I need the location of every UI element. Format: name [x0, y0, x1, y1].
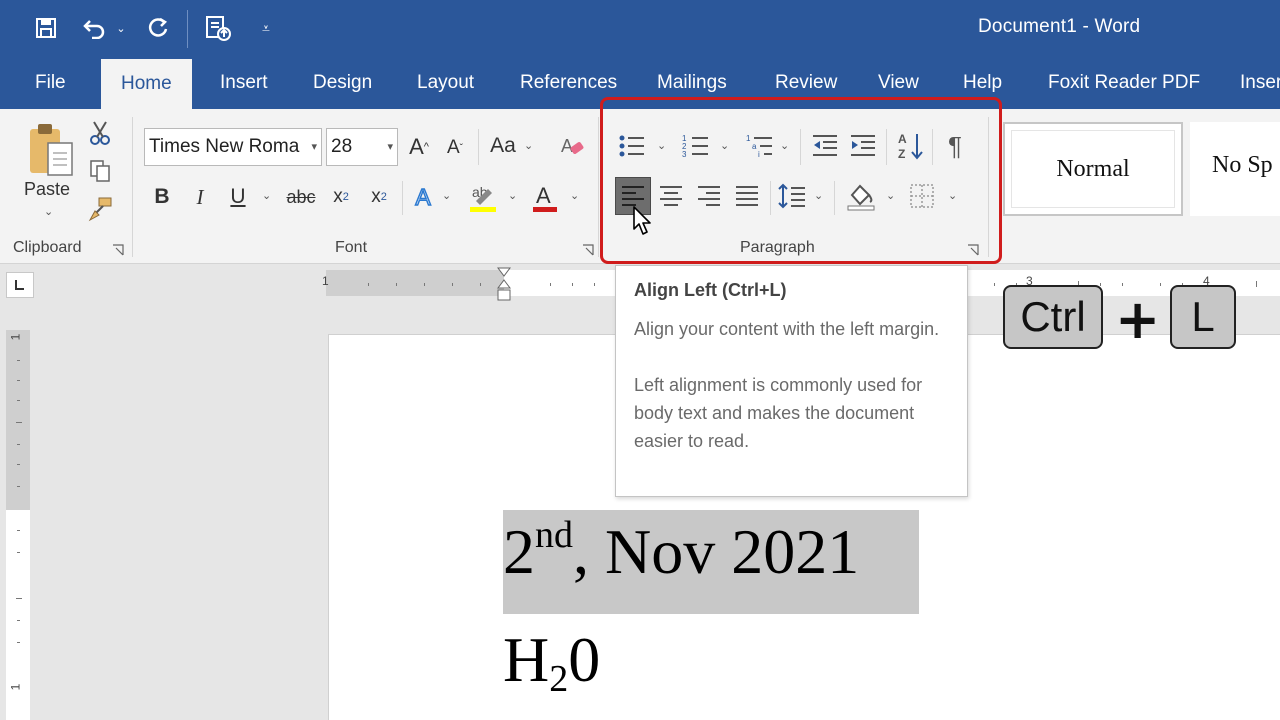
subscript-icon[interactable]: x2 — [328, 181, 354, 213]
tooltip-title: Align Left (Ctrl+L) — [634, 280, 787, 300]
clipboard-launcher-icon[interactable] — [112, 243, 124, 256]
formula-tail: 0 — [568, 624, 601, 695]
undo-dropdown-icon[interactable]: ⌄ — [114, 12, 128, 44]
font-size-dropdown-icon[interactable]: ▾ — [387, 129, 393, 165]
tab-insert-2[interactable]: Inser — [1236, 69, 1280, 109]
change-case-icon[interactable]: Aa — [486, 131, 520, 161]
date-ordinal: nd — [535, 514, 573, 556]
date-line[interactable]: 2nd, Nov 2021 — [503, 516, 859, 588]
font-name-combo[interactable]: Times New Roma ▾ — [144, 128, 322, 166]
clear-formatting-icon[interactable]: A — [558, 131, 586, 161]
text-effects-dropdown-icon[interactable]: ⌄ — [442, 189, 451, 202]
svg-text:A: A — [561, 136, 573, 156]
vertical-ruler-ticks — [16, 360, 22, 643]
qa-separator — [187, 10, 188, 48]
change-case-dropdown-icon[interactable]: ⌄ — [524, 139, 533, 152]
plus-sign: + — [1115, 288, 1161, 351]
save-icon[interactable] — [32, 12, 60, 44]
paragraph-highlight-box — [600, 97, 1002, 264]
italic-icon[interactable]: I — [188, 181, 212, 213]
style-normal-label: Normal — [1011, 130, 1175, 208]
font-separator — [478, 129, 479, 165]
format-painter-icon[interactable] — [86, 195, 114, 223]
font-name-value: Times New Roma — [149, 136, 300, 157]
formula-line[interactable]: H20 — [503, 624, 601, 698]
grow-font-icon[interactable]: A ^ — [404, 131, 434, 163]
tab-selector[interactable] — [6, 272, 34, 298]
change-case-label: Aa — [490, 134, 516, 157]
svg-text:A: A — [536, 183, 551, 208]
underline-icon[interactable]: U — [226, 181, 250, 213]
paste-dropdown-icon[interactable]: ⌄ — [44, 205, 53, 218]
mouse-cursor-icon — [633, 206, 651, 235]
text-effects-icon[interactable]: A — [410, 181, 436, 213]
tab-foxit-reader-pdf[interactable]: Foxit Reader PDF — [1044, 69, 1204, 109]
tab-file[interactable]: File — [31, 69, 70, 109]
style-normal[interactable]: Normal — [1003, 122, 1183, 216]
cut-icon[interactable] — [86, 119, 114, 147]
strikethrough-icon[interactable]: abc — [284, 181, 318, 213]
font-color-dropdown-icon[interactable]: ⌄ — [570, 189, 579, 202]
bold-icon[interactable]: B — [150, 181, 174, 213]
formula-h: H — [503, 624, 550, 695]
font-group-label: Font — [335, 239, 368, 256]
tooltip-description: Align your content with the left margin. — [634, 319, 940, 339]
date-day: 2 — [503, 516, 535, 587]
style-no-spacing-label: No Sp — [1212, 152, 1273, 178]
customize-qa-icon[interactable]: ⩡ — [258, 12, 274, 44]
font-size-value: 28 — [331, 136, 353, 157]
date-rest: , Nov 2021 — [573, 516, 860, 587]
undo-icon[interactable] — [80, 12, 110, 44]
group-separator — [132, 117, 133, 257]
font-launcher-icon[interactable] — [582, 243, 594, 256]
tab-insert[interactable]: Insert — [216, 69, 272, 109]
clipboard-group-label: Clipboard — [13, 239, 82, 256]
font-separator — [402, 181, 403, 215]
highlight-dropdown-icon[interactable]: ⌄ — [508, 189, 517, 202]
font-name-dropdown-icon[interactable]: ▾ — [311, 129, 317, 165]
ctrl-key: Ctrl — [1003, 285, 1103, 349]
l-key: L — [1170, 285, 1236, 349]
touch-mode-icon[interactable] — [202, 12, 234, 44]
shrink-font-icon[interactable]: Aˇ — [440, 133, 470, 163]
paste-icon[interactable] — [22, 119, 78, 183]
tab-layout[interactable]: Layout — [413, 69, 478, 109]
tab-design[interactable]: Design — [309, 69, 376, 109]
align-left-tooltip: Align Left (Ctrl+L) Align your content w… — [615, 265, 968, 497]
ruler-mark-1: 1 — [322, 274, 329, 288]
font-color-icon[interactable]: A — [530, 179, 560, 215]
formula-subscript: 2 — [549, 658, 569, 700]
superscript-icon[interactable]: x2 — [366, 181, 392, 213]
copy-icon[interactable] — [86, 157, 114, 185]
underline-dropdown-icon[interactable]: ⌄ — [262, 189, 271, 202]
tab-home[interactable]: Home — [101, 59, 192, 109]
vruler-mark-top: 1 — [8, 333, 23, 341]
group-separator — [598, 117, 599, 257]
style-no-spacing[interactable]: No Sp — [1190, 122, 1280, 216]
highlight-color-icon[interactable]: ab — [466, 179, 500, 215]
document-title: Document1 - Word — [978, 16, 1141, 37]
paste-label[interactable]: Paste — [24, 179, 70, 200]
redo-icon[interactable] — [144, 12, 172, 44]
tooltip-detail: Left alignment is commonly used for body… — [634, 375, 923, 451]
font-size-combo[interactable]: 28 ▾ — [326, 128, 398, 166]
title-bar: ⌄ ⩡ Document1 - Word — [0, 0, 1280, 57]
